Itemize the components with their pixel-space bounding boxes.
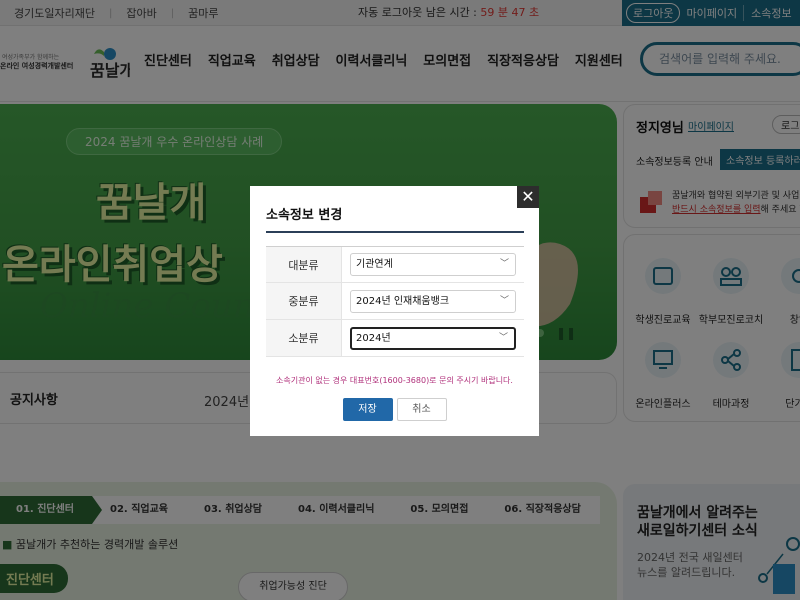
- cancel-button[interactable]: 취소: [396, 398, 447, 421]
- chevron-down-icon: ﹀: [498, 332, 508, 343]
- form-row-middle: 중분류 2024년 인재채움뱅크 ﹀: [266, 283, 524, 320]
- major-category-label: 대분류: [266, 247, 342, 282]
- major-category-select[interactable]: 기관연계 ﹀: [350, 253, 516, 276]
- title-divider: [266, 231, 524, 233]
- affiliation-form: 대분류 기관연계 ﹀ 중분류 2024년 인재채움뱅크 ﹀ 소분류 2024년 …: [266, 246, 524, 357]
- dialog-title: 소속정보 변경: [266, 208, 343, 223]
- middle-category-select[interactable]: 2024년 인재채움뱅크 ﹀: [350, 289, 516, 313]
- minor-category-select[interactable]: 2024년 ﹀: [350, 326, 516, 350]
- form-row-major: 대분류 기관연계 ﹀: [266, 246, 524, 283]
- form-cell: 2024년 ﹀: [342, 320, 524, 356]
- close-icon[interactable]: ✕: [517, 186, 539, 208]
- form-cell: 2024년 인재채움뱅크 ﹀: [342, 283, 524, 319]
- middle-category-value: 2024년 인재채움뱅크: [356, 295, 450, 307]
- affiliation-change-dialog: ✕ 소속정보 변경 대분류 기관연계 ﹀ 중분류 2024년 인재채움뱅크 ﹀ …: [250, 186, 539, 436]
- form-cell: 기관연계 ﹀: [342, 247, 524, 282]
- form-row-minor: 소분류 2024년 ﹀: [266, 320, 524, 357]
- save-button[interactable]: 저장: [342, 398, 393, 421]
- minor-category-value: 2024년: [356, 332, 391, 344]
- chevron-down-icon: ﹀: [499, 259, 509, 269]
- minor-category-label: 소분류: [266, 320, 342, 356]
- chevron-down-icon: ﹀: [499, 295, 509, 306]
- major-category-value: 기관연계: [356, 259, 393, 270]
- contact-message: 소속기관이 없는 경우 대표번호(1600-3680)로 문의 주시기 바랍니다…: [276, 376, 513, 385]
- middle-category-label: 중분류: [266, 283, 342, 319]
- dialog-buttons: 저장 취소: [250, 398, 539, 421]
